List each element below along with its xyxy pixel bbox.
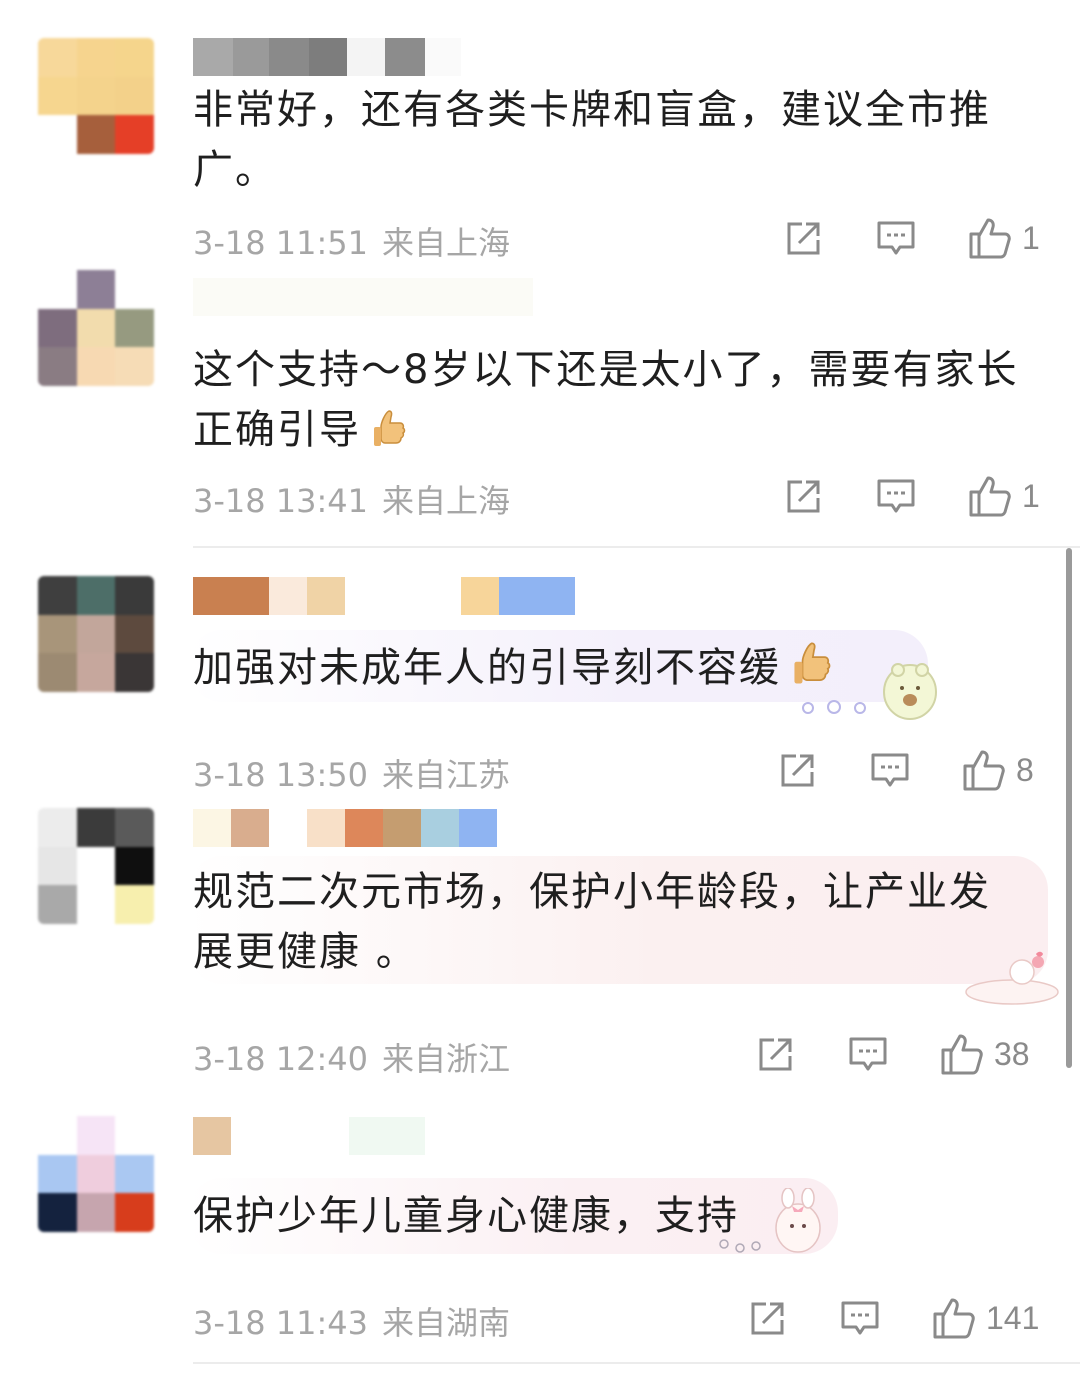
comment-location: 来自上海 <box>382 224 511 262</box>
comment-meta: 3-18 13:50 来自江苏 <box>193 750 510 796</box>
divider <box>193 1362 1080 1364</box>
share-icon <box>751 1302 784 1335</box>
reply-button[interactable] <box>870 752 910 790</box>
comment-icon <box>849 1037 887 1071</box>
like-button[interactable]: 38 <box>940 1032 1030 1076</box>
share-button[interactable] <box>784 478 822 516</box>
comment-text: 规范二次元市场，保护小年龄段，让产业发展更健康 。 <box>193 869 991 975</box>
thumbs-up-icon <box>941 1034 983 1075</box>
reply-button[interactable] <box>840 1300 880 1338</box>
thumbs-up-emoji <box>374 410 406 446</box>
avatar[interactable] <box>38 576 154 692</box>
reply-button[interactable] <box>876 478 916 516</box>
comment-time: 3-18 11:51 <box>193 224 369 262</box>
comment-time: 3-18 12:40 <box>193 1040 369 1078</box>
comment-time: 3-18 13:41 <box>193 482 369 520</box>
share-button[interactable] <box>756 1036 794 1074</box>
username[interactable] <box>193 278 533 316</box>
comment-icon <box>877 479 915 513</box>
share-button[interactable] <box>748 1300 786 1338</box>
bunny-girl-sticker-icon <box>716 1187 842 1264</box>
comment-icon <box>841 1301 879 1335</box>
share-icon <box>787 480 820 513</box>
comment-location: 来自湖南 <box>382 1304 511 1342</box>
like-count: 8 <box>1016 751 1034 788</box>
scrollbar[interactable] <box>1066 548 1072 1068</box>
comment-meta: 3-18 11:51 来自上海 <box>193 218 510 264</box>
comment-text: 这个支持～8岁以下还是太小了，需要有家长正确引导 <box>193 347 1019 453</box>
avatar[interactable] <box>38 38 154 154</box>
reply-button[interactable] <box>848 1036 888 1074</box>
username[interactable] <box>193 809 497 847</box>
comment-icon <box>877 221 915 255</box>
comment-meta: 3-18 11:43 来自湖南 <box>193 1298 510 1344</box>
divider <box>193 546 1080 548</box>
username[interactable] <box>193 577 575 615</box>
thumbs-up-icon <box>969 476 1011 517</box>
share-icon <box>759 1038 792 1071</box>
comment-icon <box>871 753 909 787</box>
avatar[interactable] <box>38 270 154 386</box>
username[interactable] <box>193 38 461 76</box>
thumbs-up-icon <box>969 218 1011 259</box>
avatar[interactable] <box>38 1116 154 1232</box>
bunny-sticker-icon <box>950 950 1060 1010</box>
like-button[interactable]: 8 <box>962 748 1034 792</box>
comment-location: 来自浙江 <box>382 1040 511 1078</box>
comment-text: 保护少年儿童身心健康，支持 <box>193 1193 739 1239</box>
comment-text: 非常好，还有各类卡牌和盲盒，建议全市推广。 <box>193 87 991 193</box>
comment-location: 来自江苏 <box>382 756 511 794</box>
comment-location: 来自上海 <box>382 482 511 520</box>
comment-time: 3-18 13:50 <box>193 756 369 794</box>
like-button[interactable]: 1 <box>968 216 1040 260</box>
like-count: 1 <box>1022 477 1040 514</box>
comment-time: 3-18 11:43 <box>193 1304 369 1342</box>
like-count: 38 <box>994 1035 1030 1072</box>
comment-meta: 3-18 12:40 来自浙江 <box>193 1034 510 1080</box>
comment-meta: 3-18 13:41 来自上海 <box>193 476 510 522</box>
share-icon <box>787 222 820 255</box>
bear-sticker-icon <box>798 660 938 726</box>
share-button[interactable] <box>778 752 816 790</box>
like-count: 141 <box>986 1299 1040 1336</box>
like-button[interactable]: 141 <box>932 1296 1039 1340</box>
username[interactable] <box>193 1117 425 1155</box>
share-button[interactable] <box>784 220 822 258</box>
thumbs-up-icon <box>963 750 1005 791</box>
avatar[interactable] <box>38 808 154 924</box>
thumbs-up-icon <box>933 1298 975 1339</box>
like-button[interactable]: 1 <box>968 474 1040 518</box>
reply-button[interactable] <box>876 220 916 258</box>
like-count: 1 <box>1022 219 1040 256</box>
share-icon <box>781 754 814 787</box>
